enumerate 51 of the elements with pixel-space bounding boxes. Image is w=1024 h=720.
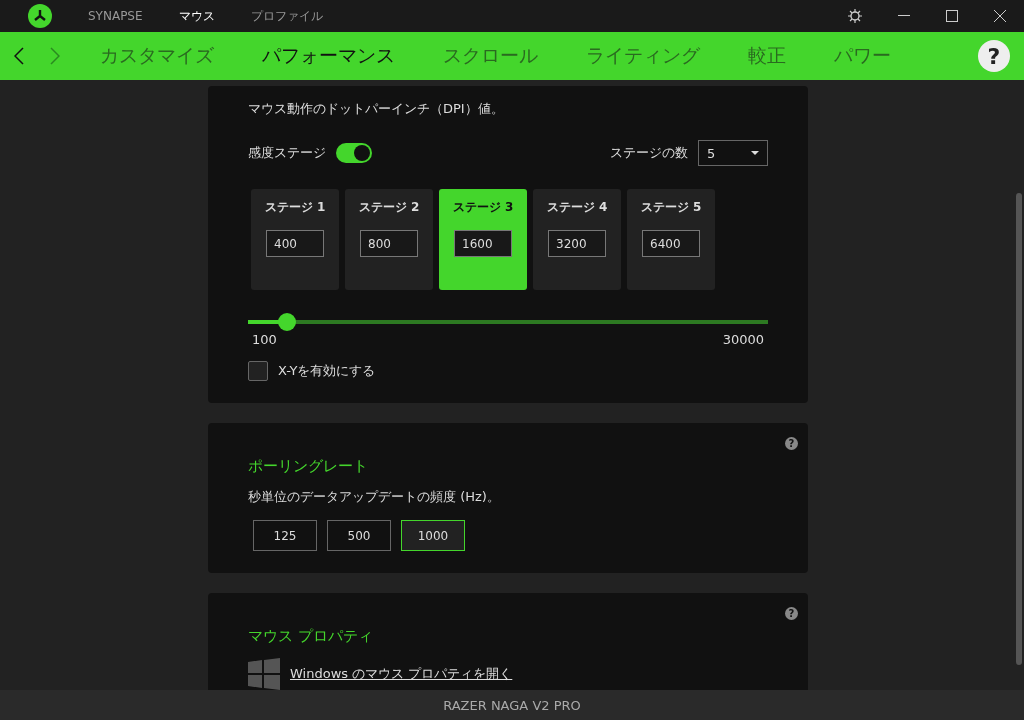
- maximize-icon[interactable]: [946, 10, 958, 22]
- nav-tab[interactable]: カスタマイズ: [100, 43, 214, 69]
- xy-label: X-Yを有効にする: [278, 362, 376, 380]
- dpi-input[interactable]: 1600: [454, 230, 512, 257]
- stage-card[interactable]: ステージ 5 6400: [627, 189, 715, 290]
- rate-option[interactable]: 500: [327, 520, 391, 551]
- stages-toggle[interactable]: [336, 143, 372, 163]
- stage-card[interactable]: ステージ 1 400: [251, 189, 339, 290]
- nav-tab[interactable]: パフォーマンス: [262, 43, 395, 69]
- stage-label: ステージ 3: [452, 199, 514, 216]
- help-button[interactable]: ?: [978, 40, 1010, 72]
- stage-label: ステージ 4: [546, 199, 608, 216]
- device-name: RAZER NAGA V2 PRO: [443, 697, 581, 713]
- dpi-description: マウス動作のドットパーインチ（DPI）値。: [248, 100, 505, 118]
- windows-logo-icon: [248, 658, 280, 690]
- close-icon[interactable]: [994, 10, 1006, 22]
- xy-checkbox[interactable]: [248, 361, 268, 381]
- help-icon[interactable]: ?: [785, 437, 798, 450]
- dpi-input[interactable]: 6400: [642, 230, 700, 257]
- stage-count-dropdown[interactable]: 5: [698, 140, 768, 166]
- help-icon[interactable]: ?: [785, 607, 798, 620]
- stages-label: 感度ステージ: [248, 144, 326, 162]
- mouse-properties-link[interactable]: Windows のマウス プロパティを開く: [290, 665, 513, 683]
- dpi-input[interactable]: 800: [360, 230, 418, 257]
- stage-card[interactable]: ステージ 4 3200: [533, 189, 621, 290]
- caret-icon: [751, 151, 759, 155]
- top-tab[interactable]: SYNAPSE: [88, 9, 143, 23]
- polling-description: 秒単位のデータアップデートの頻度 (Hz)。: [248, 488, 501, 506]
- dpi-input[interactable]: 400: [266, 230, 324, 257]
- stage-label: ステージ 1: [264, 199, 326, 216]
- slider-max: 30000: [722, 332, 764, 347]
- settings-icon[interactable]: [848, 9, 862, 23]
- polling-title: ポーリングレート: [248, 457, 369, 476]
- logo-icon: [28, 4, 52, 28]
- nav-tab[interactable]: ライティング: [586, 43, 700, 69]
- stage-card[interactable]: ステージ 2 800: [345, 189, 433, 290]
- stage-label: ステージ 2: [358, 199, 420, 216]
- rate-option[interactable]: 1000: [401, 520, 465, 551]
- top-tab[interactable]: プロファイル: [250, 7, 323, 25]
- slider-min: 100: [252, 332, 277, 347]
- rate-option[interactable]: 125: [253, 520, 317, 551]
- dpi-input[interactable]: 3200: [548, 230, 606, 257]
- scrollbar-thumb[interactable]: [1016, 193, 1022, 665]
- stage-count-label: ステージの数: [610, 144, 688, 162]
- nav-tab[interactable]: 較正: [748, 43, 786, 69]
- stage-label: ステージ 5: [640, 199, 702, 216]
- slider-thumb[interactable]: [278, 313, 297, 331]
- mouse-properties-title: マウス プロパティ: [248, 627, 374, 646]
- top-tab[interactable]: マウス: [178, 7, 215, 25]
- minimize-icon[interactable]: [898, 15, 910, 17]
- stage-card[interactable]: ステージ 3 1600: [439, 189, 527, 290]
